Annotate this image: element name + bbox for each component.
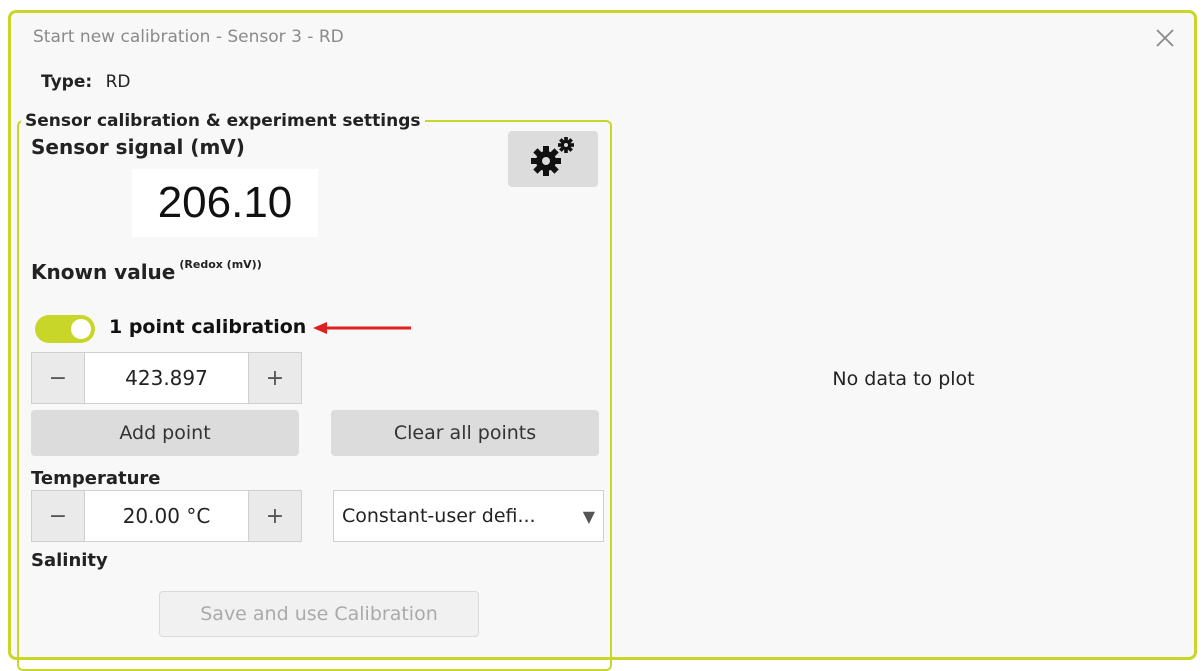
- temperature-input[interactable]: 20.00 °C: [84, 491, 249, 541]
- temperature-label: Temperature: [31, 468, 161, 489]
- settings-gear-button[interactable]: [508, 131, 598, 187]
- annotation-arrow: [313, 322, 411, 334]
- one-point-calibration-toggle[interactable]: [35, 315, 95, 343]
- known-value-decrement-button[interactable]: −: [32, 353, 84, 403]
- save-calibration-button[interactable]: Save and use Calibration: [159, 591, 479, 637]
- dialog-title: Start new calibration - Sensor 3 - RD: [33, 27, 344, 47]
- temperature-stepper: − 20.00 °C +: [31, 490, 302, 542]
- gears-icon: [528, 135, 578, 183]
- plot-area: No data to plot: [611, 123, 1196, 658]
- chevron-down-icon: ▼: [582, 506, 595, 526]
- salinity-label: Salinity: [31, 550, 108, 571]
- toggle-knob: [71, 319, 91, 339]
- known-value-stepper: − 423.897 +: [31, 352, 302, 404]
- type-label: Type:: [41, 72, 93, 92]
- one-point-calibration-label: 1 point calibration: [109, 316, 307, 338]
- known-value-text: Known value: [31, 260, 176, 284]
- no-data-message: No data to plot: [832, 368, 975, 390]
- temperature-decrement-button[interactable]: −: [32, 491, 84, 541]
- add-point-button[interactable]: Add point: [31, 410, 299, 456]
- sensor-signal-value: 206.10: [132, 169, 318, 237]
- temperature-mode-select[interactable]: Constant-user defi... ▼: [333, 490, 604, 542]
- type-value: RD: [105, 72, 131, 92]
- known-value-label: Known value (Redox (mV)): [31, 258, 262, 284]
- clear-all-points-button[interactable]: Clear all points: [331, 410, 599, 456]
- known-value-increment-button[interactable]: +: [249, 353, 301, 403]
- known-value-unit: (Redox (mV)): [179, 258, 262, 271]
- close-icon[interactable]: [1152, 25, 1178, 51]
- sensor-signal-label: Sensor signal (mV): [31, 135, 245, 159]
- settings-legend: Sensor calibration & experiment settings: [25, 111, 421, 131]
- known-value-input[interactable]: 423.897: [84, 353, 249, 403]
- temperature-mode-value: Constant-user defi...: [342, 505, 536, 527]
- type-row: Type: RD: [41, 72, 130, 92]
- calibration-dialog: Start new calibration - Sensor 3 - RD Ty…: [8, 10, 1197, 671]
- temperature-increment-button[interactable]: +: [249, 491, 301, 541]
